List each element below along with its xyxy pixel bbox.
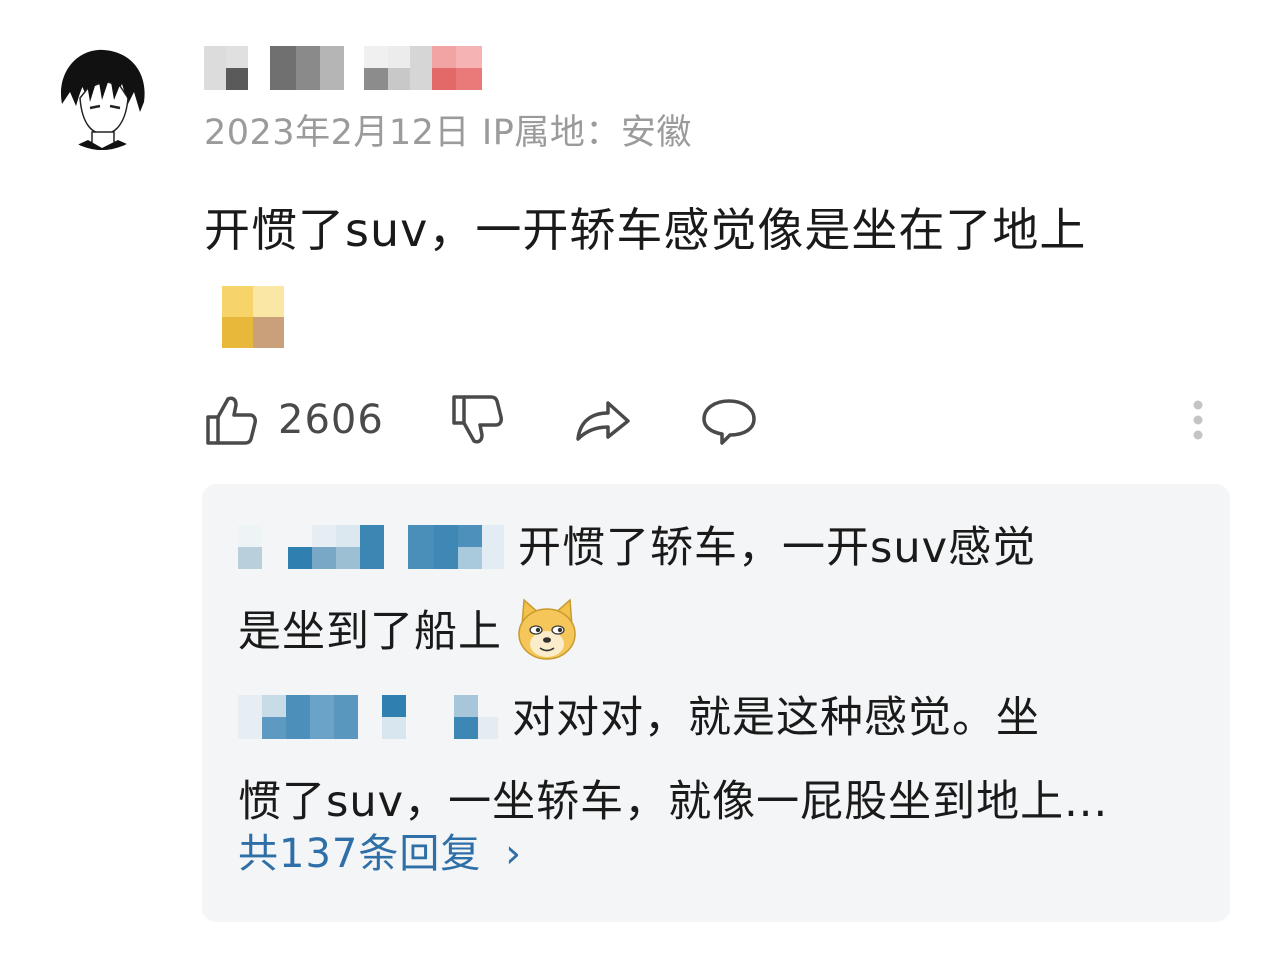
- mosaic-cell: [226, 46, 248, 90]
- comment-meta: 2023年2月12日 IP属地：安徽: [204, 108, 692, 158]
- reply-text-line: 是坐到了船上: [238, 607, 502, 657]
- reply-item[interactable]: 开惯了轿车，一开suv感觉 是坐到了船上: [238, 506, 1036, 674]
- mosaic-cell: [388, 46, 410, 90]
- more-vertical-icon: [1193, 400, 1203, 440]
- sticker-emoji-icon: [222, 286, 284, 348]
- user-avatar[interactable]: [48, 42, 156, 150]
- view-all-replies-link[interactable]: 共137条回复 ›: [238, 824, 522, 884]
- mosaic-cell: [456, 46, 482, 90]
- mosaic-cell: [320, 46, 344, 90]
- chevron-right-icon: ›: [505, 831, 523, 877]
- reply-text-line: 对对对，就是这种感觉。坐: [512, 693, 1040, 743]
- comment-bubble-icon: [702, 399, 756, 445]
- mosaic-cell: [344, 46, 364, 90]
- reply-username-mosaic[interactable]: [238, 524, 504, 569]
- reply-item[interactable]: 对对对，就是这种感觉。坐 惯了suv，一坐轿车，就像一屁股坐到地上...: [238, 676, 1108, 844]
- reply-text-line: 惯了suv，一坐轿车，就像一屁股坐到地上...: [238, 777, 1109, 827]
- reply-preview-box[interactable]: 开惯了轿车，一开suv感觉 是坐到了船上 对对对，就是这种感觉。坐 惯了suv，…: [202, 484, 1230, 922]
- doge-emoji-icon: [518, 597, 576, 660]
- mosaic-cell: [410, 46, 432, 90]
- mosaic-cell: [296, 46, 320, 90]
- dislike-button[interactable]: [450, 388, 504, 452]
- comment-date: 2023年2月12日: [204, 113, 470, 153]
- ip-location: IP属地：安徽: [481, 113, 692, 153]
- like-count: 2606: [278, 397, 384, 443]
- comment-action-bar: 2606: [204, 388, 1234, 452]
- anime-avatar-icon: [48, 42, 156, 150]
- mosaic-cell: [204, 46, 226, 90]
- mosaic-cell: [248, 46, 270, 90]
- thumb-down-icon: [452, 395, 503, 444]
- mosaic-cell: [270, 46, 296, 90]
- share-arrow-icon: [576, 401, 630, 441]
- mosaic-cell: [432, 46, 456, 90]
- reply-username-mosaic[interactable]: [238, 694, 498, 739]
- comment-text: 开惯了suv，一开轿车感觉像是坐在了地上: [204, 203, 1087, 257]
- more-options-button[interactable]: [1190, 388, 1206, 452]
- reply-button[interactable]: [700, 388, 758, 452]
- more-replies-label: 共137条回复: [238, 831, 482, 877]
- reply-text-line: 开惯了轿车，一开suv感觉: [518, 523, 1037, 573]
- username-mosaic[interactable]: [204, 46, 482, 90]
- thumb-up-icon: [206, 396, 257, 445]
- mosaic-cell: [364, 46, 388, 90]
- share-button[interactable]: [574, 388, 632, 452]
- like-button[interactable]: 2606: [204, 388, 384, 452]
